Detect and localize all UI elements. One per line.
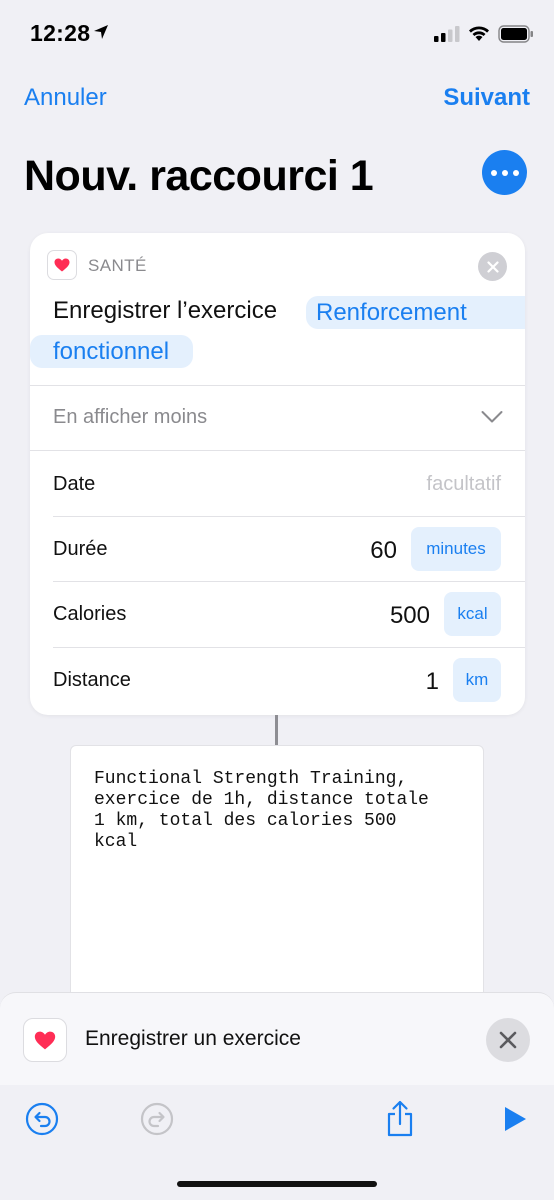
show-less-toggle[interactable]: En afficher moins <box>53 406 207 429</box>
action-connector <box>275 715 278 745</box>
battery-icon <box>498 25 533 43</box>
sheet-label: Enregistrer un exercice <box>85 1027 301 1050</box>
workout-type-parameter-continued[interactable]: fonctionnel <box>30 335 193 368</box>
play-icon <box>505 1107 526 1131</box>
divider <box>53 581 525 582</box>
divider <box>30 385 525 386</box>
remove-action-button[interactable] <box>478 252 507 281</box>
ellipsis-icon <box>490 169 497 176</box>
date-field[interactable]: facultatif <box>427 473 501 496</box>
app-label: SANTÉ <box>88 256 147 275</box>
calories-unit[interactable]: kcal <box>444 592 501 636</box>
text-output-box[interactable]: Functional Strength Training, exercice d… <box>70 745 484 1015</box>
divider <box>53 516 525 517</box>
bottom-toolbar <box>0 1085 554 1200</box>
workout-type-parameter[interactable]: Renforcement <box>306 296 525 329</box>
close-icon <box>499 1031 517 1049</box>
cellular-signal-icon <box>434 26 460 42</box>
output-text: Functional Strength Training, exercice d… <box>94 769 429 852</box>
health-heart-icon <box>47 250 77 280</box>
distance-label: Distance <box>53 669 131 691</box>
cancel-button[interactable]: Annuler <box>24 84 107 112</box>
duration-unit[interactable]: minutes <box>411 527 501 571</box>
divider <box>30 450 525 451</box>
redo-icon <box>140 1102 174 1136</box>
next-button[interactable]: Suivant <box>443 84 530 112</box>
calories-label: Calories <box>53 603 127 625</box>
log-workout-action-card: SANTÉ Enregistrer l’exercice Renforcemen… <box>30 233 525 715</box>
distance-value[interactable]: 1 <box>426 668 439 696</box>
health-heart-icon <box>23 1018 67 1062</box>
close-icon <box>486 260 499 273</box>
chevron-up-down-icon[interactable] <box>481 410 503 424</box>
distance-unit[interactable]: km <box>453 658 501 702</box>
action-suggestion-sheet[interactable]: Enregistrer un exercice <box>0 992 554 1085</box>
page-title: Nouv. raccourci 1 <box>24 152 374 200</box>
redo-button[interactable] <box>137 1099 177 1139</box>
more-options-button[interactable] <box>482 150 527 195</box>
calories-value[interactable]: 500 <box>390 602 430 630</box>
share-icon <box>387 1100 413 1137</box>
date-label: Date <box>53 473 96 495</box>
share-button[interactable] <box>380 1099 420 1139</box>
status-bar: 12:28 <box>0 0 554 70</box>
run-button[interactable] <box>495 1099 535 1139</box>
action-text: Enregistrer l’exercice <box>53 297 278 324</box>
status-time: 12:28 <box>30 20 91 46</box>
wifi-icon <box>469 26 489 41</box>
duration-label: Durée <box>53 538 108 560</box>
duration-value[interactable]: 60 <box>370 537 397 565</box>
undo-icon <box>25 1102 59 1136</box>
divider <box>53 647 525 648</box>
home-indicator[interactable] <box>177 1181 377 1187</box>
location-arrow-icon <box>94 25 108 39</box>
undo-button[interactable] <box>22 1099 62 1139</box>
close-sheet-button[interactable] <box>486 1018 530 1062</box>
